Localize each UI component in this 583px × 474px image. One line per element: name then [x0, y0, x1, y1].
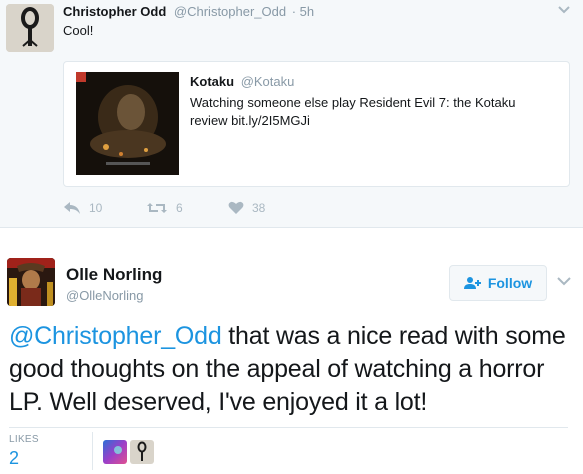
olle-norling-avatar[interactable] — [7, 258, 55, 306]
reply-action[interactable]: 10 — [63, 201, 102, 215]
reply-author-handle[interactable]: @Christopher_Odd — [174, 4, 286, 19]
christopher-odd-avatar[interactable] — [6, 4, 54, 52]
quoted-author-name[interactable]: Kotaku — [190, 74, 234, 89]
liker-avatar[interactable] — [103, 440, 127, 464]
liker-avatar[interactable] — [130, 440, 154, 464]
reply-author-name[interactable]: Christopher Odd — [63, 4, 166, 19]
stats-divider — [9, 427, 568, 428]
likes-label: LIKES — [9, 434, 39, 445]
chevron-down-icon[interactable] — [557, 2, 571, 18]
reply-tweet-header: Christopher Odd @Christopher_Odd · 5h — [63, 4, 314, 19]
like-count: 38 — [252, 201, 266, 215]
reply-icon — [63, 201, 81, 215]
heart-icon — [228, 201, 244, 215]
reply-tweet-text: Cool! — [63, 23, 94, 38]
chevron-down-icon[interactable] — [553, 270, 575, 292]
reply-tweet: Christopher Odd @Christopher_Odd · 5h Co… — [0, 0, 583, 228]
quoted-tweet-thumbnail[interactable] — [76, 72, 179, 175]
follow-person-icon — [463, 277, 481, 289]
follow-button-label: Follow — [487, 275, 533, 291]
reply-count: 10 — [89, 201, 103, 215]
quoted-author-handle[interactable]: @Kotaku — [241, 74, 295, 89]
like-action[interactable]: 38 — [228, 201, 265, 215]
likes-divider — [92, 432, 93, 470]
quoted-tweet[interactable]: Kotaku @Kotaku Watching someone else pla… — [63, 61, 570, 187]
retweet-icon — [146, 201, 168, 215]
quoted-tweet-text: Watching someone else play Resident Evil… — [190, 95, 516, 128]
retweet-count: 6 — [176, 201, 183, 215]
quoted-tweet-header: Kotaku @Kotaku — [190, 74, 294, 89]
main-author-name[interactable]: Olle Norling — [66, 265, 162, 285]
retweet-action[interactable]: 6 — [146, 201, 183, 215]
main-author-handle[interactable]: @OlleNorling — [66, 288, 144, 303]
mention-link[interactable]: @Christopher_Odd — [9, 322, 222, 350]
likes-count[interactable]: 2 — [9, 448, 19, 469]
main-tweet-text: @Christopher_Odd that was a nice read wi… — [9, 320, 579, 419]
reply-timestamp[interactable]: · 5h — [292, 4, 314, 19]
follow-button[interactable]: Follow — [449, 265, 547, 301]
